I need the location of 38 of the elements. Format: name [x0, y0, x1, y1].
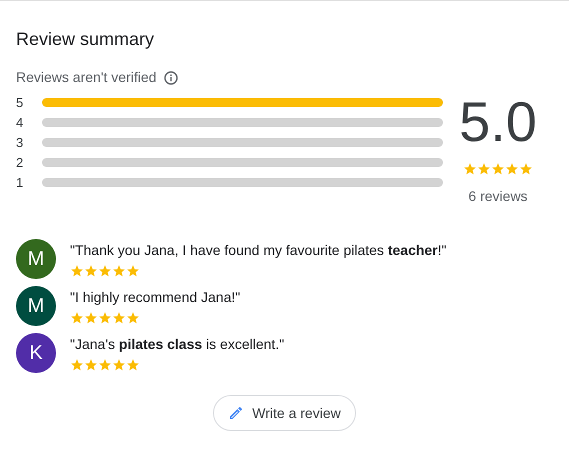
star-icon	[84, 264, 98, 278]
review-quote: "Thank you Jana, I have found my favourite pilates teacher!"	[70, 241, 446, 260]
avatar: M	[16, 286, 56, 326]
review-count: 6 reviews	[468, 187, 528, 206]
star-icon	[98, 264, 112, 278]
star-icon	[112, 311, 126, 325]
star-icon	[112, 358, 126, 372]
star-level-label: 3	[16, 136, 24, 149]
star-level-label: 4	[16, 116, 24, 129]
review-quote: "Jana's pilates class is excellent."	[70, 335, 284, 354]
star-icon	[84, 311, 98, 325]
star-icon	[126, 264, 140, 278]
star-icon	[70, 311, 84, 325]
pencil-icon	[228, 405, 244, 421]
star-icon	[491, 162, 505, 176]
star-icon	[519, 162, 533, 176]
star-icon	[70, 264, 84, 278]
avatar: M	[16, 239, 56, 279]
star-level-label: 5	[16, 96, 24, 109]
star-icon	[70, 358, 84, 372]
avatar: K	[16, 333, 56, 373]
star-level-label: 2	[16, 156, 24, 169]
write-review-button[interactable]: Write a review	[213, 395, 356, 431]
star-icon	[112, 264, 126, 278]
section-title: Review summary	[16, 28, 154, 51]
average-rating: 5.0	[459, 90, 537, 154]
star-icon	[463, 162, 477, 176]
notice-text: Reviews aren't verified	[16, 68, 156, 87]
star-icon	[126, 358, 140, 372]
star-icon	[505, 162, 519, 176]
info-icon[interactable]	[164, 70, 178, 84]
star-icon	[477, 162, 491, 176]
star-icon	[84, 358, 98, 372]
review-quote: "I highly recommend Jana!"	[70, 288, 240, 307]
star-icon	[98, 311, 112, 325]
star-icon	[126, 311, 140, 325]
star-icon	[98, 358, 112, 372]
star-level-label: 1	[16, 176, 24, 189]
